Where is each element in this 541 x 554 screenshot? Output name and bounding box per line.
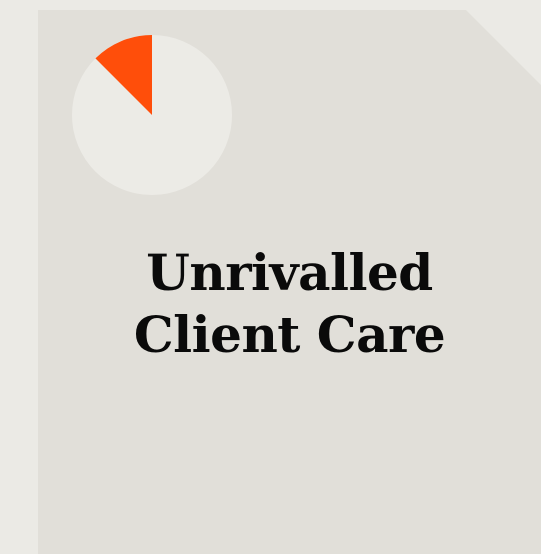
progress-pie-chart bbox=[72, 35, 232, 195]
card-headline: Unrivalled Client Care bbox=[38, 242, 541, 366]
headline-line-1: Unrivalled bbox=[146, 243, 433, 302]
headline-line-2: Client Care bbox=[133, 305, 446, 364]
